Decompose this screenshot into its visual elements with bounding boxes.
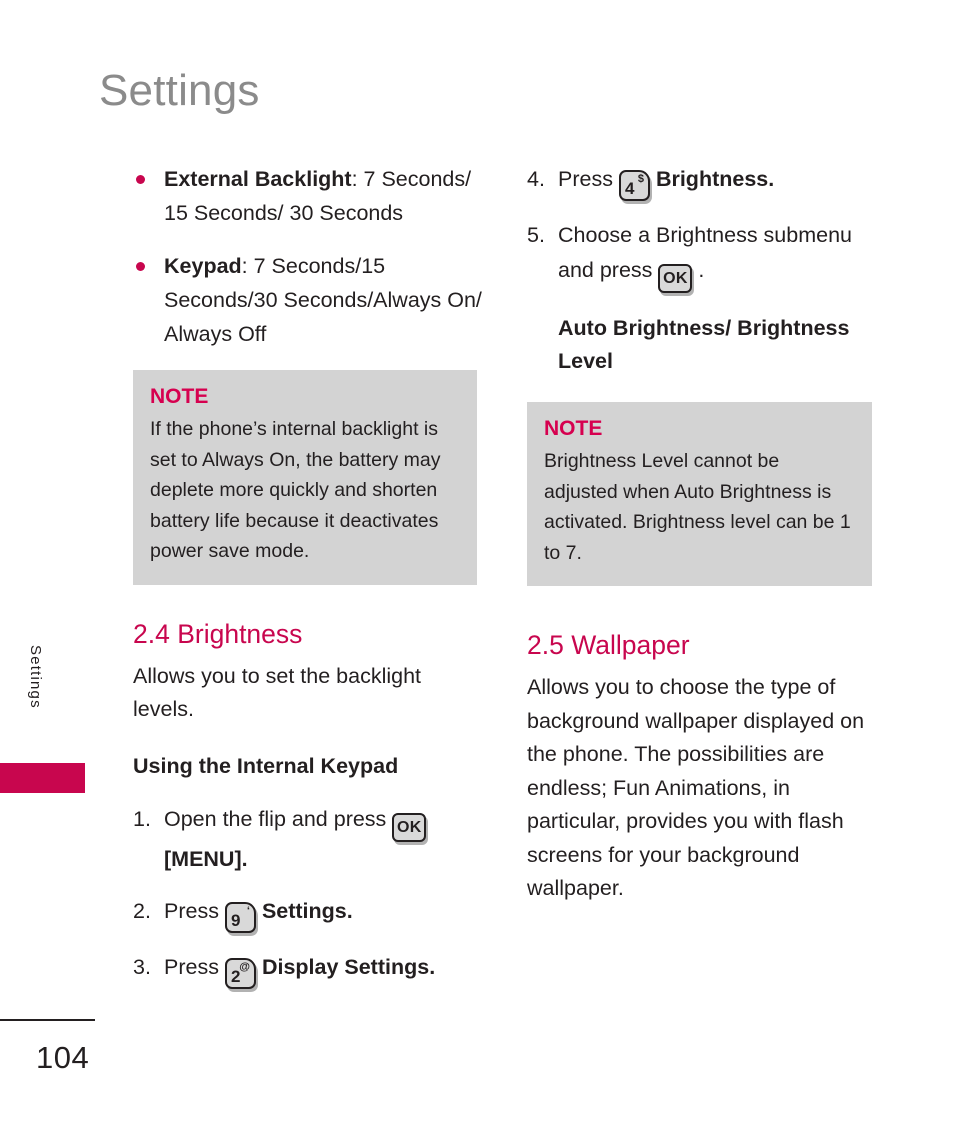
- subheading-internal-keypad: Using the Internal Keypad: [133, 753, 399, 778]
- bullet-term: Keypad: [164, 254, 242, 278]
- step-text-before: Press: [164, 954, 219, 979]
- manual-page: Settings Settings 104 External Backlight…: [0, 0, 954, 1145]
- step-text-after: Brightness.: [655, 167, 775, 191]
- note-body: Brightness Level cannot be adjusted when…: [544, 450, 851, 564]
- numeric-key-4-icon: 4 $: [618, 170, 650, 201]
- list-item-step-5: 5. Choose a Brightness submenu and press …: [527, 218, 882, 293]
- list-item: Keypad: 7 Seconds/15 Seconds/30 Seconds/…: [133, 249, 485, 351]
- key-superscript: $: [637, 173, 644, 185]
- numeric-key-9-icon: 9 ‘: [224, 901, 256, 933]
- step-text-before: Press: [164, 898, 219, 923]
- key-digit: 9: [230, 910, 241, 930]
- note-title: NOTE: [150, 385, 209, 408]
- left-column: External Backlight: 7 Seconds/ 15 Second…: [133, 162, 485, 989]
- note-title: NOTE: [544, 417, 603, 440]
- step-number: 1.: [133, 806, 151, 831]
- step-text-after: Display Settings.: [261, 954, 436, 979]
- steps-list-internal-keypad: 1. Open the flip and press OK [MENU]. 2. P…: [133, 802, 485, 989]
- note-box: NOTE If the phone’s internal backlight i…: [133, 370, 477, 585]
- section-heading-wallpaper: 2.5 Wallpaper: [527, 630, 690, 660]
- submenu-options-text: Auto Brightness/ Brightness Level: [558, 316, 850, 373]
- step-text-after: Settings.: [261, 898, 353, 923]
- step-number: 2.: [133, 898, 151, 923]
- section-body-wallpaper: Allows you to choose the type of backgro…: [527, 675, 865, 900]
- bullet-dot-icon: [136, 175, 145, 184]
- side-tab-marker: [0, 763, 85, 793]
- list-item-step-1: 1. Open the flip and press OK [MENU].: [133, 802, 485, 877]
- right-column: 4. Press 4 $ Brightness. 5. Choose a Bright…: [527, 162, 882, 906]
- step-text-before: Open the flip and press: [164, 806, 387, 831]
- note-box: NOTE Brightness Level cannot be adjusted…: [527, 402, 872, 586]
- step-text-before: Choose a Brightness submenu and press: [558, 223, 853, 282]
- section-heading-brightness: 2.4 Brightness: [133, 618, 303, 649]
- side-tab-label: Settings: [27, 645, 44, 709]
- numeric-key-2-icon: 2 @: [224, 957, 256, 989]
- bullet-dot-icon: [136, 262, 145, 271]
- list-item-step-2: 2. Press 9 ‘ Settings.: [133, 894, 485, 933]
- step-text-after: [MENU].: [164, 846, 248, 871]
- step-text-before: Press: [558, 167, 613, 191]
- step-number: 3.: [133, 954, 151, 979]
- page-title: Settings: [99, 66, 260, 115]
- footer-divider: [0, 1019, 95, 1021]
- key-superscript: ‘: [246, 904, 250, 917]
- section-intro-text: Allows you to set the backlight levels.: [133, 663, 422, 722]
- ok-key-icon: OK: [658, 264, 693, 293]
- ok-key-icon: OK: [392, 812, 427, 842]
- page-number: 104: [36, 1040, 90, 1075]
- steps-list-continued: 4. Press 4 $ Brightness. 5. Choose a Bright…: [527, 162, 882, 293]
- note-body: If the phone’s internal backlight is set…: [150, 418, 441, 562]
- bullet-term: External Backlight: [164, 167, 352, 191]
- step-text-after: .: [698, 258, 705, 282]
- key-digit: 4: [624, 179, 635, 198]
- list-item: External Backlight: 7 Seconds/ 15 Second…: [133, 162, 485, 230]
- step-number: 5.: [527, 223, 545, 247]
- list-item-step-4: 4. Press 4 $ Brightness.: [527, 162, 882, 201]
- step-number: 4.: [527, 167, 545, 191]
- list-item-step-3: 3. Press 2 @ Display Settings.: [133, 950, 485, 989]
- key-superscript: @: [239, 960, 250, 973]
- backlight-options-list: External Backlight: 7 Seconds/ 15 Second…: [133, 162, 485, 351]
